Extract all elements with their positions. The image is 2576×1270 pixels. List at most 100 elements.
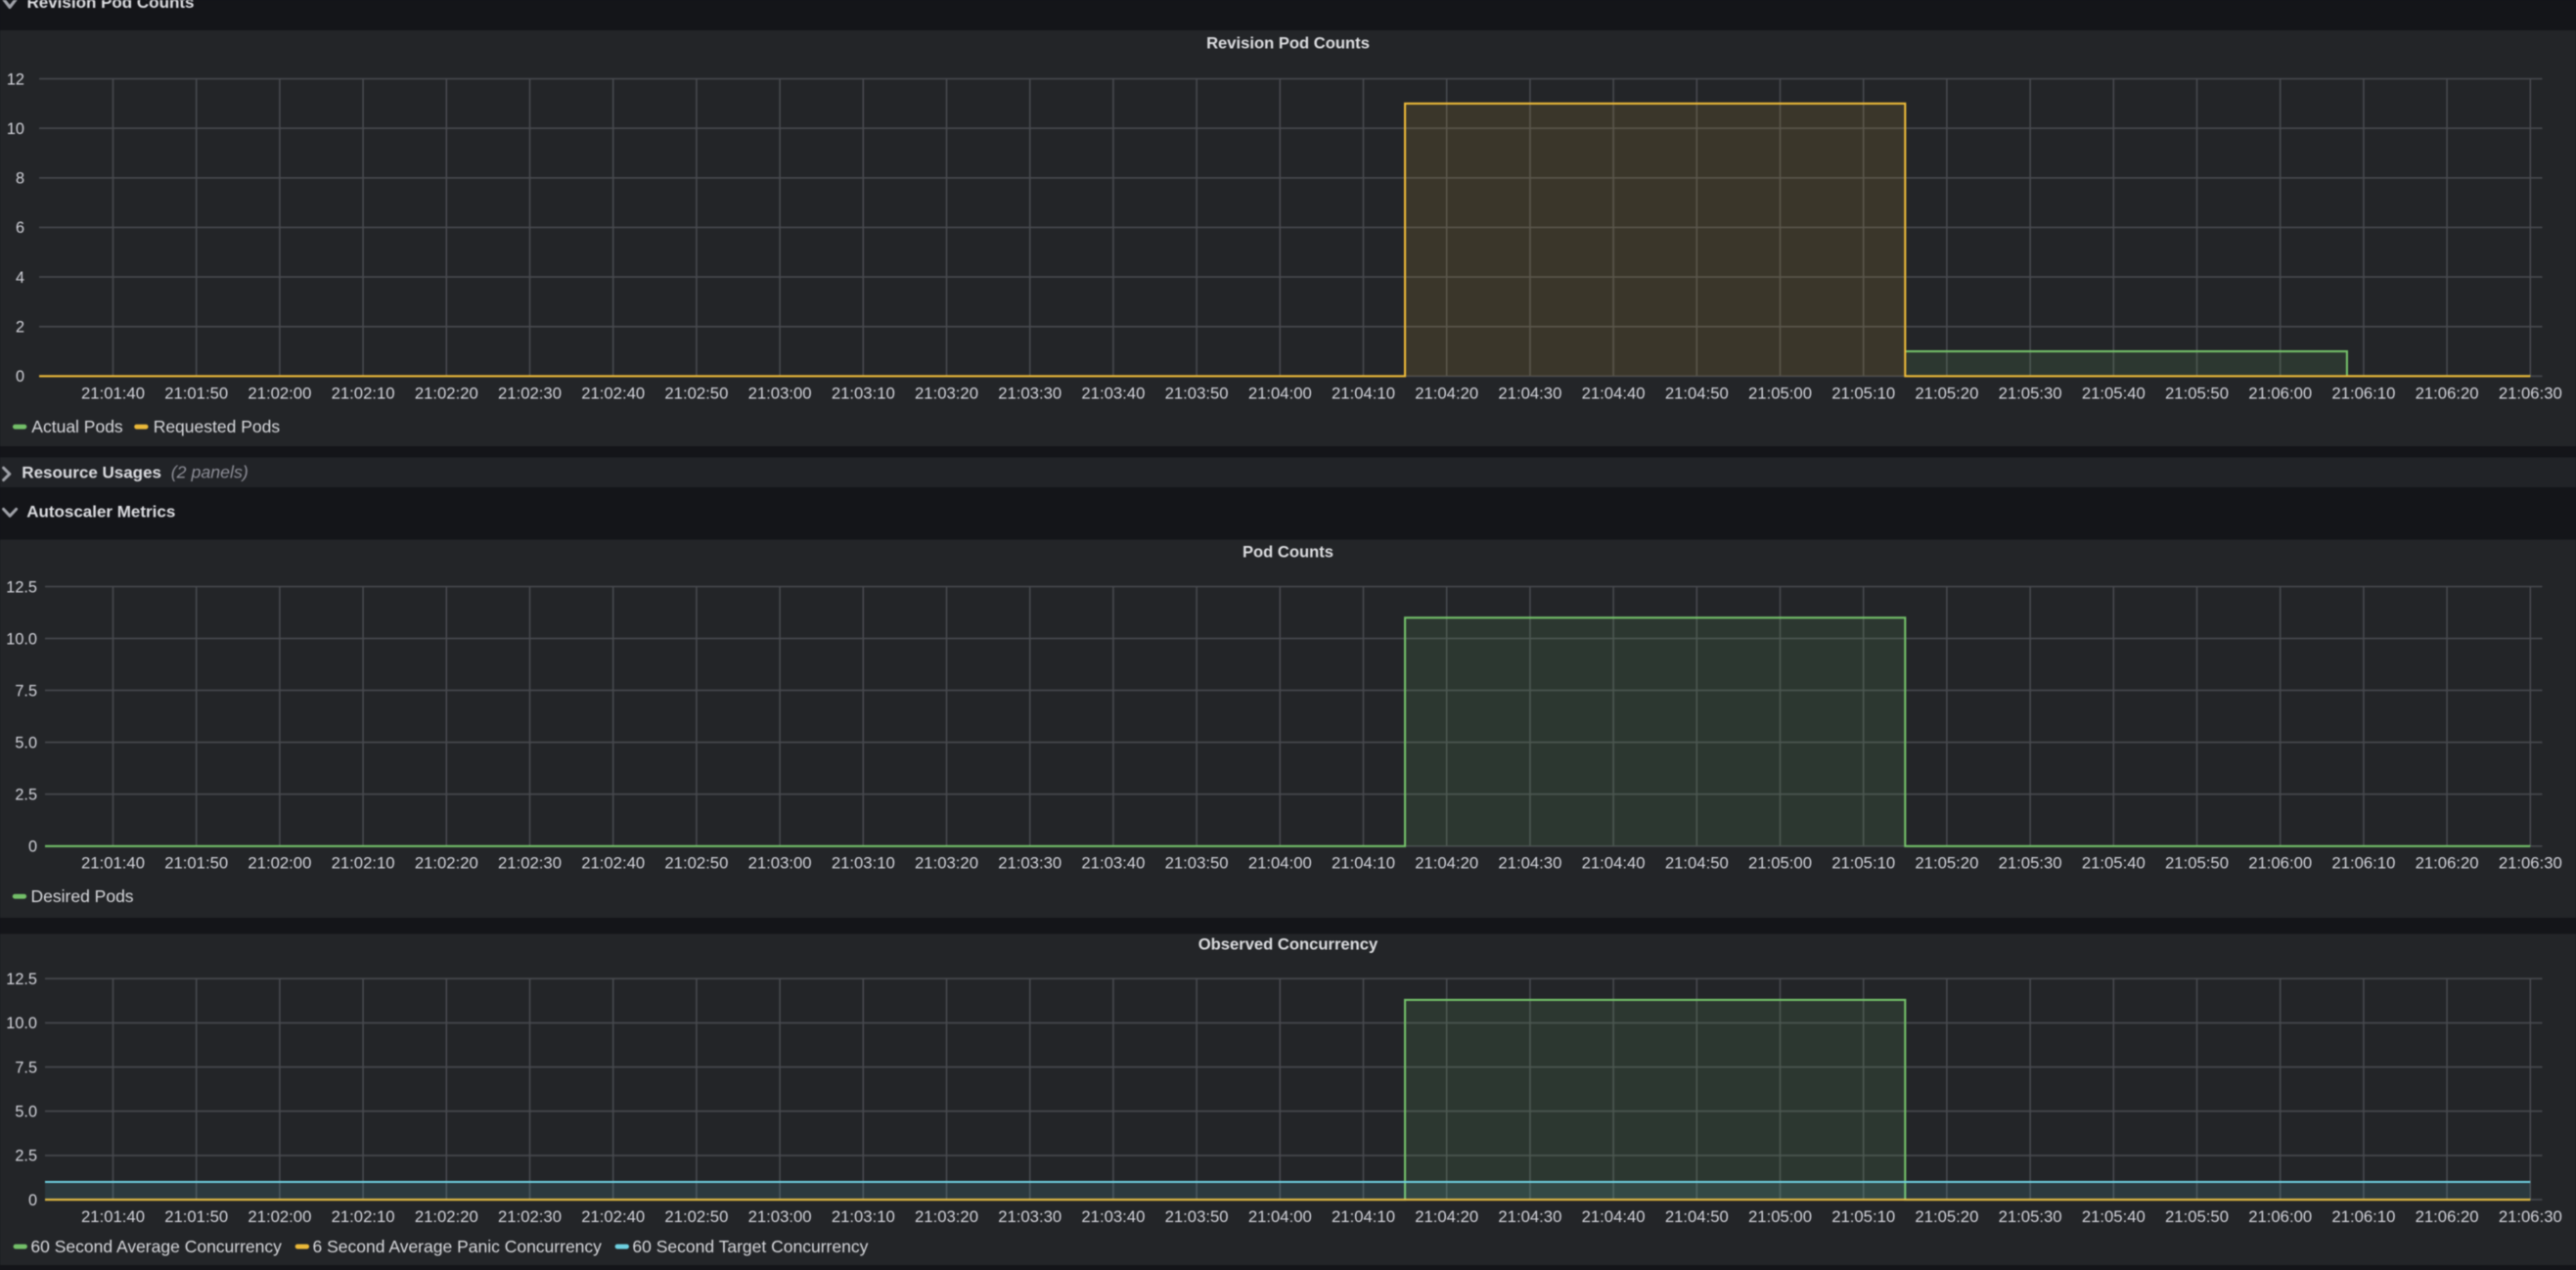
svg-text:21:04:50: 21:04:50 [1665,385,1729,403]
svg-text:12: 12 [7,70,24,88]
svg-text:21:05:40: 21:05:40 [2082,1207,2146,1226]
svg-text:21:02:30: 21:02:30 [498,385,562,403]
svg-text:6 Second Average Panic Concurr: 6 Second Average Panic Concurrency [313,1237,603,1256]
svg-text:21:05:30: 21:05:30 [1999,854,2062,873]
svg-text:21:05:20: 21:05:20 [1915,854,1978,873]
svg-text:21:06:10: 21:06:10 [2331,1207,2395,1226]
svg-text:60 Second Average Concurrency: 60 Second Average Concurrency [30,1237,282,1256]
svg-text:21:03:30: 21:03:30 [998,854,1062,873]
svg-text:10.0: 10.0 [6,1015,37,1032]
svg-text:21:02:50: 21:02:50 [664,854,728,873]
svg-text:21:04:20: 21:04:20 [1415,1207,1478,1226]
svg-text:21:02:50: 21:02:50 [664,385,728,403]
svg-text:Requested Pods: Requested Pods [154,417,281,436]
svg-text:21:02:20: 21:02:20 [415,385,478,403]
svg-text:10: 10 [7,120,24,138]
svg-text:21:03:00: 21:03:00 [748,385,812,403]
svg-text:21:04:10: 21:04:10 [1332,1207,1395,1226]
svg-text:21:03:50: 21:03:50 [1165,854,1229,873]
svg-text:21:04:00: 21:04:00 [1248,1207,1312,1226]
svg-text:Actual Pods: Actual Pods [31,417,123,436]
svg-text:21:06:00: 21:06:00 [2248,1207,2312,1226]
svg-text:21:03:50: 21:03:50 [1165,1207,1229,1226]
svg-text:2: 2 [16,319,24,337]
svg-text:21:03:40: 21:03:40 [1081,854,1145,873]
svg-text:2.5: 2.5 [15,787,37,804]
svg-text:21:03:40: 21:03:40 [1081,385,1145,403]
svg-text:0: 0 [28,839,37,856]
svg-text:21:06:20: 21:06:20 [2416,385,2479,403]
svg-text:21:02:00: 21:02:00 [248,385,311,403]
svg-text:21:02:50: 21:02:50 [664,1207,728,1226]
svg-text:21:03:20: 21:03:20 [915,1207,978,1226]
svg-text:0: 0 [16,368,24,386]
svg-text:5.0: 5.0 [15,1104,37,1121]
svg-text:Autoscaler Metrics: Autoscaler Metrics [26,502,175,521]
svg-text:21:02:20: 21:02:20 [415,854,478,873]
svg-text:12.5: 12.5 [6,578,37,596]
svg-text:21:05:50: 21:05:50 [2165,854,2229,873]
svg-text:21:05:40: 21:05:40 [2082,385,2146,403]
svg-text:21:06:30: 21:06:30 [2499,1207,2562,1226]
svg-text:21:01:40: 21:01:40 [81,854,145,873]
svg-text:21:02:40: 21:02:40 [581,385,645,403]
svg-text:21:04:50: 21:04:50 [1665,1207,1729,1226]
svg-text:21:05:00: 21:05:00 [1748,1207,1812,1226]
svg-text:(2 panels): (2 panels) [171,463,249,482]
svg-text:4: 4 [16,269,24,287]
svg-text:21:03:10: 21:03:10 [832,385,895,403]
svg-text:21:02:40: 21:02:40 [581,1207,645,1226]
svg-text:21:02:00: 21:02:00 [248,854,311,873]
svg-text:21:02:10: 21:02:10 [332,1207,395,1226]
svg-text:7.5: 7.5 [15,682,37,700]
svg-text:21:01:40: 21:01:40 [81,1207,145,1226]
svg-text:21:05:20: 21:05:20 [1915,385,1978,403]
svg-text:21:04:10: 21:04:10 [1332,854,1395,873]
svg-text:21:02:30: 21:02:30 [498,854,562,873]
svg-text:5.0: 5.0 [15,735,37,752]
svg-text:21:03:10: 21:03:10 [832,1207,895,1226]
svg-text:21:05:50: 21:05:50 [2165,385,2229,403]
svg-text:21:04:00: 21:04:00 [1248,385,1312,403]
svg-text:2.5: 2.5 [15,1148,37,1165]
svg-text:21:06:30: 21:06:30 [2499,385,2562,403]
svg-text:21:05:20: 21:05:20 [1915,1207,1978,1226]
svg-text:21:02:10: 21:02:10 [332,385,395,403]
svg-text:21:06:00: 21:06:00 [2248,385,2312,403]
svg-text:21:01:50: 21:01:50 [164,385,228,403]
svg-text:21:05:50: 21:05:50 [2165,1207,2229,1226]
svg-text:21:02:20: 21:02:20 [415,1207,478,1226]
svg-text:21:03:10: 21:03:10 [832,854,895,873]
svg-text:0: 0 [28,1192,37,1209]
svg-text:21:01:40: 21:01:40 [81,385,145,403]
svg-text:21:05:10: 21:05:10 [1831,854,1895,873]
svg-text:Observed Concurrency: Observed Concurrency [1198,935,1378,954]
svg-text:21:05:40: 21:05:40 [2082,854,2146,873]
svg-text:21:03:40: 21:03:40 [1081,1207,1145,1226]
svg-text:21:06:10: 21:06:10 [2331,385,2395,403]
svg-text:Desired Pods: Desired Pods [31,886,134,906]
svg-text:21:06:00: 21:06:00 [2248,854,2312,873]
svg-text:21:04:20: 21:04:20 [1415,385,1478,403]
svg-text:Revision Pod Counts: Revision Pod Counts [1206,34,1370,53]
svg-text:21:06:10: 21:06:10 [2331,854,2395,873]
svg-text:21:02:10: 21:02:10 [332,854,395,873]
svg-text:21:05:00: 21:05:00 [1748,385,1812,403]
svg-text:21:03:50: 21:03:50 [1165,385,1229,403]
svg-text:21:03:20: 21:03:20 [915,854,978,873]
svg-text:21:02:00: 21:02:00 [248,1207,311,1226]
svg-text:21:04:30: 21:04:30 [1498,385,1561,403]
svg-text:Resource Usages: Resource Usages [22,464,161,482]
svg-text:8: 8 [16,170,24,188]
svg-text:21:04:30: 21:04:30 [1498,1207,1561,1226]
svg-text:21:03:00: 21:03:00 [748,1207,812,1226]
svg-text:21:02:40: 21:02:40 [581,854,645,873]
svg-text:21:04:30: 21:04:30 [1498,854,1561,873]
svg-text:21:01:50: 21:01:50 [164,1207,228,1226]
svg-text:21:03:30: 21:03:30 [998,1207,1062,1226]
svg-text:Revision Pod Counts: Revision Pod Counts [27,0,195,12]
svg-text:21:06:20: 21:06:20 [2416,1207,2479,1226]
svg-text:21:04:40: 21:04:40 [1582,1207,1646,1226]
svg-text:21:04:40: 21:04:40 [1582,854,1646,873]
svg-text:21:05:10: 21:05:10 [1831,385,1895,403]
